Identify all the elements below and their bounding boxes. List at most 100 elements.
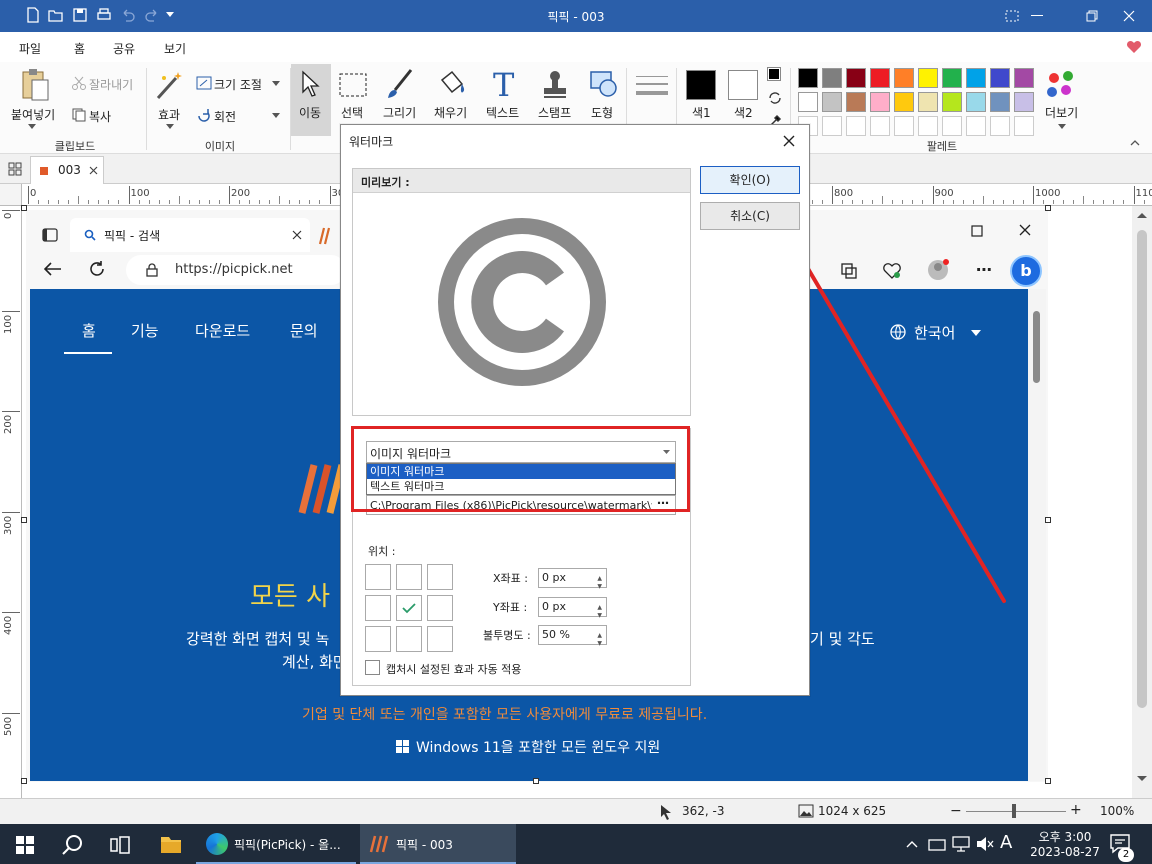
resize-handle[interactable] bbox=[1045, 517, 1051, 523]
line-width-icon[interactable] bbox=[636, 74, 668, 96]
palette-swatch-empty[interactable] bbox=[822, 116, 842, 136]
more-colors-icon[interactable] bbox=[1046, 70, 1078, 100]
effects-button[interactable]: 효과 bbox=[158, 106, 180, 123]
fill-icon[interactable] bbox=[436, 68, 468, 100]
file-explorer-icon[interactable] bbox=[160, 834, 182, 854]
palette-swatch[interactable] bbox=[846, 68, 866, 88]
rotate-dropdown-icon[interactable] bbox=[272, 113, 280, 119]
palette-swatch-empty[interactable] bbox=[846, 116, 866, 136]
paste-dropdown-icon[interactable] bbox=[28, 124, 36, 130]
position-cell[interactable] bbox=[396, 626, 422, 652]
draw-tool-button[interactable]: 그리기 bbox=[383, 104, 416, 121]
search-icon[interactable] bbox=[62, 834, 84, 856]
cut-button[interactable]: 잘라내기 bbox=[89, 76, 133, 93]
palette-swatch[interactable] bbox=[798, 68, 818, 88]
palette-swatch[interactable] bbox=[966, 92, 986, 112]
palette-swatch[interactable] bbox=[1014, 92, 1034, 112]
y-coordinate-input[interactable]: 0 px ▲ ▼ bbox=[538, 597, 607, 619]
palette-swatch-empty[interactable] bbox=[990, 116, 1010, 136]
grid-view-icon[interactable] bbox=[8, 162, 22, 176]
palette-swatch-empty[interactable] bbox=[894, 116, 914, 136]
more-colors-dropdown-icon[interactable] bbox=[1058, 124, 1066, 130]
palette-swatch[interactable] bbox=[942, 68, 962, 88]
palette-swatch-empty[interactable] bbox=[918, 116, 938, 136]
input-language-indicator[interactable]: A bbox=[1000, 832, 1012, 853]
collapse-ribbon-icon[interactable] bbox=[1130, 140, 1140, 146]
resize-handle[interactable] bbox=[533, 778, 539, 784]
taskbar-item-picpick[interactable]: 픽픽 - 003 bbox=[360, 824, 516, 864]
close-tab-icon[interactable] bbox=[89, 166, 98, 175]
text-icon[interactable]: T bbox=[490, 68, 518, 100]
draw-icon[interactable] bbox=[385, 68, 415, 100]
palette-swatch[interactable] bbox=[918, 68, 938, 88]
position-cell[interactable] bbox=[365, 595, 391, 621]
stamp-icon[interactable] bbox=[540, 68, 570, 100]
shape-tool-button[interactable]: 도형 bbox=[591, 104, 613, 121]
copy-button[interactable]: 복사 bbox=[89, 108, 111, 125]
scroll-thumb[interactable] bbox=[1137, 230, 1147, 708]
scroll-down-icon[interactable] bbox=[1137, 776, 1147, 782]
canvas-vertical-scrollbar[interactable] bbox=[1132, 206, 1152, 798]
position-cell[interactable] bbox=[365, 626, 391, 652]
menu-home[interactable]: 홈 bbox=[74, 40, 86, 64]
palette-swatch-empty[interactable] bbox=[1014, 116, 1034, 136]
palette-swatch[interactable] bbox=[822, 92, 842, 112]
position-cell[interactable] bbox=[427, 595, 453, 621]
position-cell[interactable] bbox=[396, 595, 422, 621]
more-colors-button[interactable]: 더보기 bbox=[1045, 104, 1078, 121]
select-icon[interactable] bbox=[338, 72, 368, 98]
resize-button[interactable]: 크기 조절 bbox=[214, 76, 262, 93]
position-cell[interactable] bbox=[396, 564, 422, 590]
paste-icon[interactable] bbox=[20, 68, 50, 102]
shape-icon[interactable] bbox=[588, 68, 618, 100]
heart-icon[interactable] bbox=[1126, 40, 1142, 54]
resize-handle[interactable] bbox=[1045, 778, 1051, 784]
fill-tool-button[interactable]: 채우기 bbox=[434, 104, 467, 121]
color1-label[interactable]: 색1 bbox=[692, 104, 711, 121]
clock-date[interactable]: 2023-08-27 bbox=[1026, 845, 1104, 859]
palette-swatch[interactable] bbox=[966, 68, 986, 88]
resize-handle[interactable] bbox=[21, 778, 27, 784]
menu-file[interactable]: 파일 bbox=[19, 40, 41, 57]
palette-swatch[interactable] bbox=[870, 92, 890, 112]
palette-swatch[interactable] bbox=[846, 92, 866, 112]
palette-swatch[interactable] bbox=[990, 92, 1010, 112]
palette-swatch[interactable] bbox=[798, 92, 818, 112]
palette-swatch[interactable] bbox=[870, 68, 890, 88]
minimize-button[interactable] bbox=[1014, 0, 1060, 32]
taskbar-item-browser[interactable]: 픽픽(PicPick) - 올... bbox=[196, 824, 356, 864]
color2-swatch[interactable] bbox=[728, 70, 758, 100]
palette-swatch-empty[interactable] bbox=[966, 116, 986, 136]
resize-handle[interactable] bbox=[1045, 205, 1051, 211]
zoom-slider-track[interactable] bbox=[966, 811, 1066, 812]
resize-handle[interactable] bbox=[21, 205, 27, 211]
palette-swatch[interactable] bbox=[822, 68, 842, 88]
volume-muted-icon[interactable] bbox=[976, 836, 994, 852]
palette-swatch-empty[interactable] bbox=[870, 116, 890, 136]
text-tool-button[interactable]: 텍스트 bbox=[486, 104, 519, 121]
palette-swatch[interactable] bbox=[1014, 68, 1034, 88]
zoom-in-button[interactable]: + bbox=[1070, 802, 1082, 818]
rotate-button[interactable]: 회전 bbox=[214, 108, 236, 125]
x-coordinate-input[interactable]: 0 px ▲ ▼ bbox=[538, 568, 607, 590]
zoom-out-button[interactable]: − bbox=[950, 803, 962, 819]
palette-swatch[interactable] bbox=[942, 92, 962, 112]
position-cell[interactable] bbox=[427, 564, 453, 590]
menu-view[interactable]: 보기 bbox=[164, 40, 186, 57]
swap-colors-icon[interactable] bbox=[767, 90, 783, 106]
clock-time[interactable]: 오후 3:00 bbox=[1026, 828, 1104, 845]
zoom-level[interactable]: 100% bbox=[1100, 804, 1134, 818]
position-cell[interactable] bbox=[365, 564, 391, 590]
scroll-up-icon[interactable] bbox=[1137, 212, 1147, 218]
position-cell[interactable] bbox=[427, 626, 453, 652]
select-tool-button[interactable]: 선택 bbox=[341, 104, 363, 121]
auto-apply-checkbox[interactable] bbox=[365, 660, 380, 675]
network-icon[interactable] bbox=[952, 836, 970, 852]
tray-overflow-icon[interactable] bbox=[906, 840, 918, 848]
task-view-icon[interactable] bbox=[110, 836, 130, 854]
move-tool-button[interactable]: 이동 bbox=[291, 64, 331, 136]
menu-share[interactable]: 공유 bbox=[113, 40, 135, 57]
cancel-button[interactable]: 취소(C) bbox=[700, 202, 800, 230]
stamp-tool-button[interactable]: 스탬프 bbox=[538, 104, 571, 121]
palette-swatch[interactable] bbox=[894, 68, 914, 88]
